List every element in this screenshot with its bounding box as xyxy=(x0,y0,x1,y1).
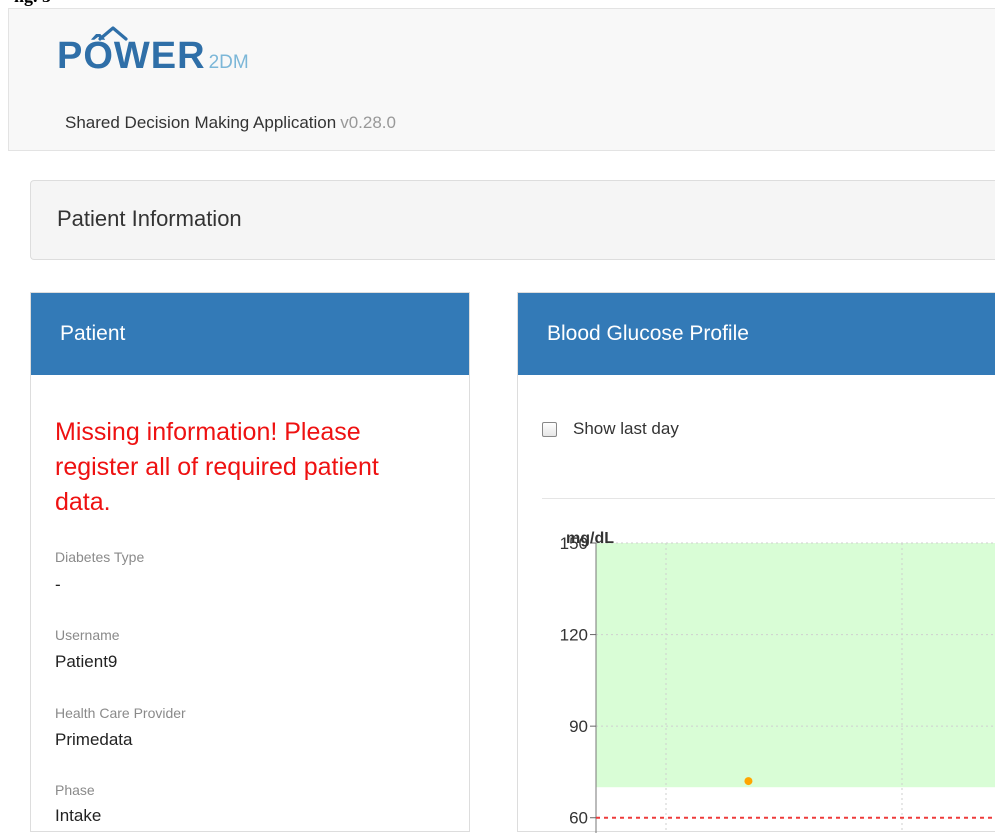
username-value: Patient9 xyxy=(55,652,118,671)
glucose-point xyxy=(744,777,753,786)
show-last-day-label: Show last day xyxy=(573,419,679,438)
app-logo[interactable]: PÔWER 2DM xyxy=(57,26,249,77)
blood-glucose-panel: Blood Glucose Profile Show last day 60 90… xyxy=(517,292,995,833)
patient-information-bar: Patient Information xyxy=(30,180,995,260)
missing-info-alert: Missing information! Please register all… xyxy=(55,418,379,516)
y-tick-label: 90 xyxy=(569,717,588,736)
y-tick-label: 60 xyxy=(569,809,588,828)
y-tick-label: 120 xyxy=(560,626,588,645)
patient-panel: Patient Missing information! Please regi… xyxy=(30,292,470,832)
glucose-points xyxy=(744,777,753,786)
app-header: PÔWER 2DM Shared Decision Making Applica… xyxy=(8,8,995,151)
logo-text: PÔWER xyxy=(57,35,206,77)
target-range-band xyxy=(596,543,995,788)
phase-label: Phase xyxy=(55,782,95,798)
patient-information-title: Patient Information xyxy=(57,206,242,231)
y-axis-ticks: 6090120150 xyxy=(560,534,596,828)
show-last-day-checkbox[interactable] xyxy=(542,421,557,437)
logo-subtext: 2DM xyxy=(208,52,249,73)
app-name: Shared Decision Making Application xyxy=(65,113,337,132)
health-care-provider-label: Health Care Provider xyxy=(55,705,186,721)
blood-glucose-chart: 6090120150 mg/dL xyxy=(560,530,995,833)
y-axis-label: mg/dL xyxy=(566,530,614,547)
app-version: v0.28.0 xyxy=(340,113,396,132)
show-last-day-toggle[interactable]: Show last day xyxy=(542,419,679,439)
health-care-provider-value: Primedata xyxy=(55,730,133,749)
diabetes-type-label: Diabetes Type xyxy=(55,549,145,565)
diabetes-type-value: - xyxy=(55,575,61,594)
app-subtitle: Shared Decision Making Application v0.28.… xyxy=(65,113,396,133)
phase-value: Intake xyxy=(55,806,102,825)
username-label: Username xyxy=(55,627,120,643)
blood-glucose-panel-title: Blood Glucose Profile xyxy=(518,293,995,375)
patient-panel-title: Patient xyxy=(31,293,469,375)
cropped-heading-fragment: ng. 5 xyxy=(14,0,51,7)
panel-divider xyxy=(542,498,995,499)
